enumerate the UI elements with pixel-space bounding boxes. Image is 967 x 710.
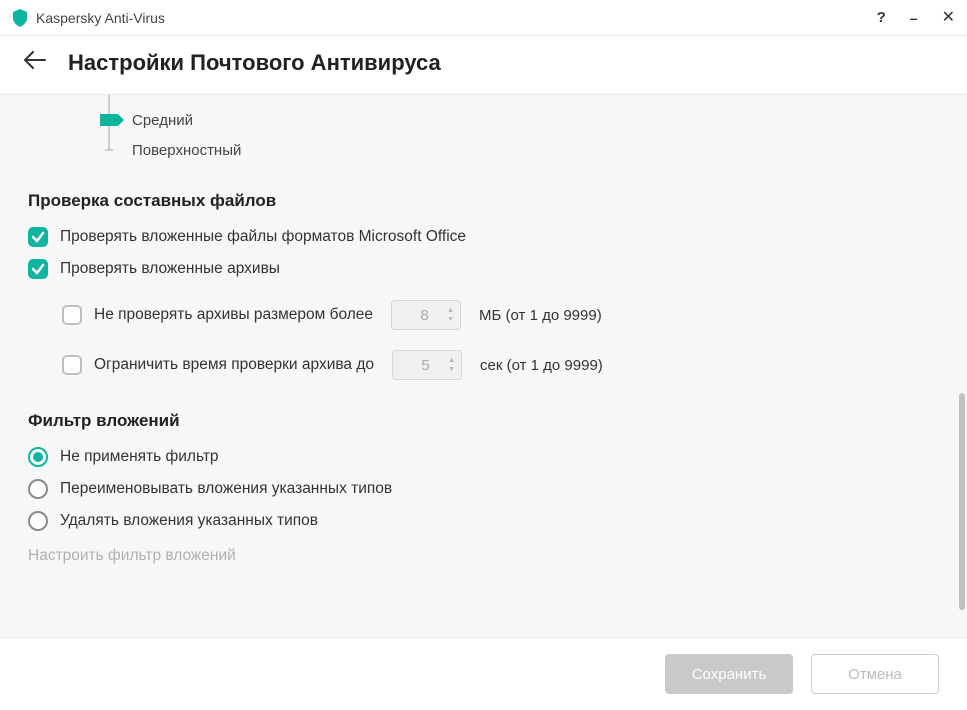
row-skip-large[interactable]: Не проверять архивы размером более 8 ▲▼ …: [62, 295, 943, 335]
label-skip-large: Не проверять архивы размером более: [94, 306, 373, 324]
row-filter-delete[interactable]: Удалять вложения указанных типов: [28, 505, 943, 537]
app-title: Kaspersky Anti-Virus: [36, 10, 165, 26]
section-compound-files: Проверка составных файлов: [28, 191, 943, 211]
input-skip-large-size[interactable]: 8 ▲▼: [391, 300, 461, 330]
row-check-archives[interactable]: Проверять вложенные архивы: [28, 253, 943, 285]
section-attachment-filter: Фильтр вложений: [28, 411, 943, 431]
cancel-button[interactable]: Отмена: [811, 654, 939, 694]
titlebar: Kaspersky Anti-Virus ? – ✕: [0, 0, 967, 36]
level-option-low[interactable]: Поверхностный: [132, 142, 241, 159]
scrollbar[interactable]: [957, 95, 965, 637]
minimize-button[interactable]: –: [910, 11, 918, 25]
value-limit-time: 5: [403, 357, 448, 374]
titlebar-right: ? – ✕: [877, 10, 955, 26]
content-area: Средний Поверхностный Проверка составных…: [0, 95, 967, 637]
page-title: Настройки Почтового Антивируса: [68, 50, 441, 76]
checkbox-archives[interactable]: [28, 259, 48, 279]
label-filter-none: Не применять фильтр: [60, 448, 219, 466]
level-option-medium[interactable]: Средний: [132, 112, 193, 129]
spinner-icon[interactable]: ▲▼: [447, 307, 454, 323]
row-filter-rename[interactable]: Переименовывать вложения указанных типов: [28, 473, 943, 505]
checkbox-skip-large[interactable]: [62, 305, 82, 325]
footer: Сохранить Отмена: [0, 637, 967, 710]
row-filter-none[interactable]: Не применять фильтр: [28, 441, 943, 473]
row-limit-time[interactable]: Ограничить время проверки архива до 5 ▲▼…: [62, 345, 943, 385]
label-filter-delete: Удалять вложения указанных типов: [60, 512, 318, 530]
page-header: Настройки Почтового Антивируса: [0, 36, 967, 95]
shield-icon: [12, 9, 28, 27]
close-button[interactable]: ✕: [942, 10, 955, 26]
radio-filter-rename[interactable]: [28, 479, 48, 499]
security-level-slider[interactable]: Средний Поверхностный: [100, 95, 943, 165]
level-tick-icon: [105, 149, 113, 151]
unit-skip-large: МБ (от 1 до 9999): [479, 307, 602, 324]
label-limit-time: Ограничить время проверки архива до: [94, 356, 374, 374]
radio-filter-delete[interactable]: [28, 511, 48, 531]
save-button[interactable]: Сохранить: [665, 654, 793, 694]
help-button[interactable]: ?: [877, 10, 886, 25]
scrollbar-thumb[interactable]: [959, 393, 965, 610]
checkbox-office[interactable]: [28, 227, 48, 247]
checkbox-limit-time[interactable]: [62, 355, 82, 375]
input-limit-time[interactable]: 5 ▲▼: [392, 350, 462, 380]
unit-limit-time: сек (от 1 до 9999): [480, 357, 603, 374]
label-check-office: Проверять вложенные файлы форматов Micro…: [60, 228, 466, 246]
row-check-office[interactable]: Проверять вложенные файлы форматов Micro…: [28, 221, 943, 253]
link-configure-filter: Настроить фильтр вложений: [28, 547, 943, 565]
slider-marker-icon[interactable]: [100, 114, 118, 126]
radio-filter-none[interactable]: [28, 447, 48, 467]
label-check-archives: Проверять вложенные архивы: [60, 260, 280, 278]
spinner-icon[interactable]: ▲▼: [448, 357, 455, 373]
value-skip-large: 8: [402, 307, 447, 324]
label-filter-rename: Переименовывать вложения указанных типов: [60, 480, 392, 498]
back-button[interactable]: [24, 51, 46, 75]
titlebar-left: Kaspersky Anti-Virus: [12, 9, 877, 27]
content-wrapper: Средний Поверхностный Проверка составных…: [0, 95, 967, 637]
